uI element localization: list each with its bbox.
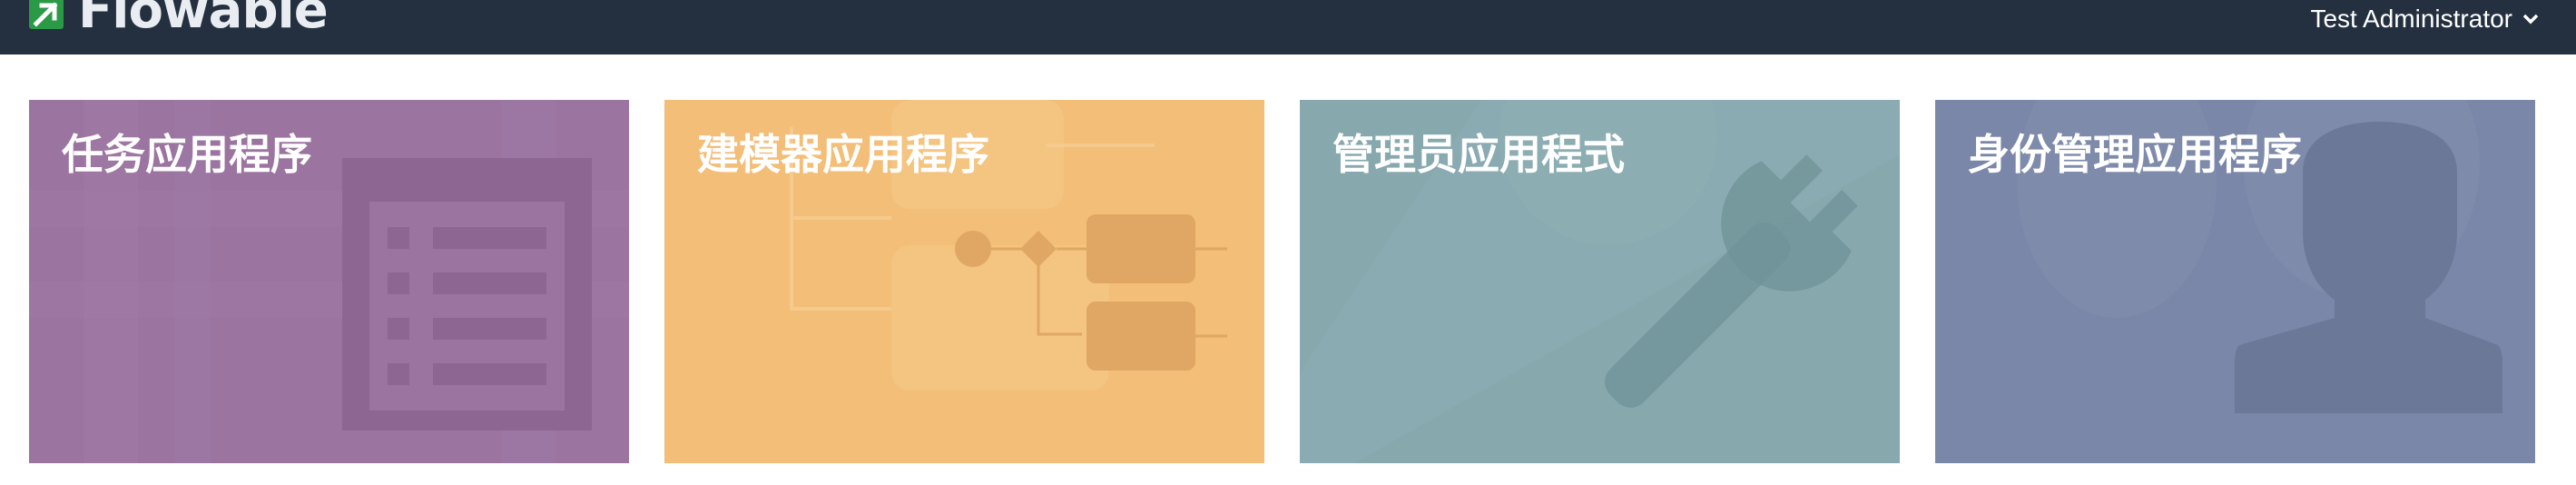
chevron-down-icon <box>2522 14 2539 25</box>
app-tile-identity[interactable]: 身份管理应用程序 <box>1935 100 2535 463</box>
user-name: Test Administrator <box>2310 5 2512 33</box>
app-tile-title: 管理员应用程式 <box>1332 130 1625 179</box>
app-tile-task[interactable]: 任务应用程序 <box>29 100 629 463</box>
app-tiles: 任务应用程序 建模器应用程序 管理员应用程式 身份管理应用程序 <box>0 100 2576 463</box>
logo-text: Flowable <box>78 0 329 40</box>
app-tile-admin[interactable]: 管理员应用程式 <box>1300 100 1900 463</box>
flowable-logo-mark-icon <box>29 0 64 29</box>
user-menu-dropdown[interactable]: Test Administrator <box>2310 0 2540 38</box>
app-tile-modeler[interactable]: 建模器应用程序 <box>664 100 1264 463</box>
app-tile-title: 任务应用程序 <box>62 130 312 179</box>
app-tile-title: 建模器应用程序 <box>697 130 989 179</box>
top-navigation-bar: Flowable Test Administrator <box>0 0 2576 54</box>
app-tile-title: 身份管理应用程序 <box>1968 130 2302 179</box>
